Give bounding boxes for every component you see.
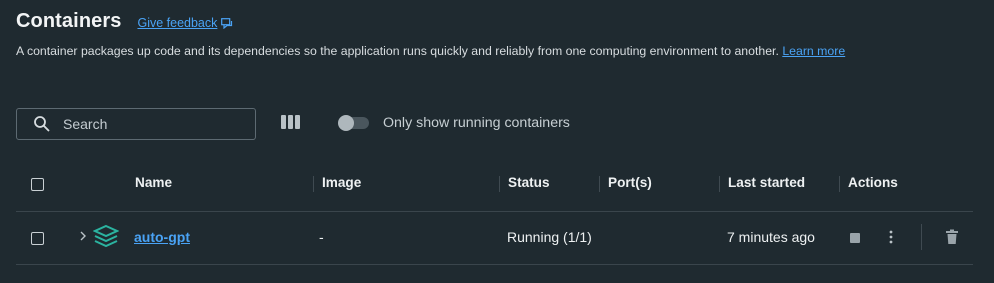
container-stack-icon [93, 224, 119, 248]
page-header: Containers Give feedback [16, 10, 233, 33]
table-header: Name Image Status Port(s) Last started A… [16, 156, 973, 212]
column-header-actions: Actions [848, 175, 898, 190]
actions-divider [921, 224, 922, 250]
feedback-icon [221, 17, 233, 29]
container-last-started: 7 minutes ago [727, 229, 815, 245]
search-box[interactable] [16, 108, 256, 140]
running-only-toggle[interactable] [338, 115, 369, 131]
toolbar: Only show running containers [16, 108, 976, 140]
chevron-right-icon[interactable] [78, 229, 88, 243]
description-text: A container packages up code and its dep… [16, 44, 779, 58]
running-only-label: Only show running containers [383, 115, 570, 131]
more-vertical-icon[interactable] [889, 229, 893, 245]
container-status: Running (1/1) [507, 229, 592, 245]
columns-icon[interactable] [281, 115, 301, 131]
column-header-status[interactable]: Status [508, 175, 550, 190]
containers-table: Name Image Status Port(s) Last started A… [16, 156, 973, 265]
page-title: Containers [16, 10, 122, 32]
column-header-name[interactable]: Name [135, 175, 172, 190]
row-checkbox[interactable] [31, 232, 44, 245]
container-name-link[interactable]: auto-gpt [134, 229, 190, 245]
search-input[interactable] [63, 116, 233, 132]
learn-more-link[interactable]: Learn more [782, 44, 845, 58]
give-feedback-link[interactable]: Give feedback [137, 16, 233, 30]
column-header-ports[interactable]: Port(s) [608, 175, 652, 190]
toggle-knob [338, 115, 354, 131]
column-header-image[interactable]: Image [322, 175, 361, 190]
container-image: - [319, 229, 324, 245]
table-row[interactable]: auto-gpt - Running (1/1) 7 minutes ago [16, 212, 973, 265]
give-feedback-label: Give feedback [137, 16, 218, 30]
search-icon [34, 116, 50, 132]
trash-icon[interactable] [945, 229, 959, 245]
stop-icon[interactable] [850, 233, 860, 243]
page-description: A container packages up code and its dep… [16, 44, 845, 58]
column-header-last-started[interactable]: Last started [728, 175, 805, 190]
select-all-checkbox[interactable] [31, 178, 44, 191]
